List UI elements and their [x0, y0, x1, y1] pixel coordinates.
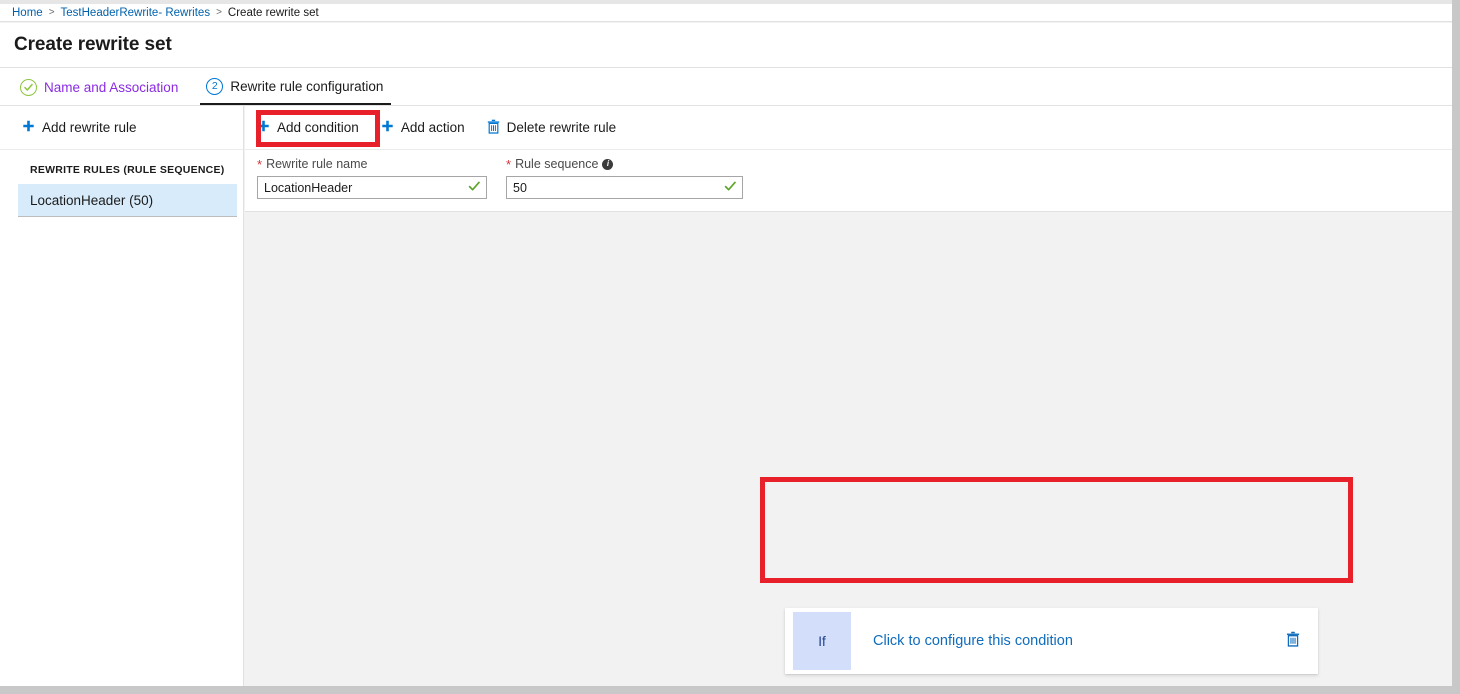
sidebar-item-label: LocationHeader (50)	[30, 193, 153, 208]
tab-rewrite-rule-configuration[interactable]: 2 Rewrite rule configuration	[200, 69, 391, 105]
breadcrumb-item-rewrites[interactable]: TestHeaderRewrite- Rewrites	[61, 7, 211, 19]
tab-label-rewrite-rule-configuration: Rewrite rule configuration	[230, 79, 383, 94]
add-rewrite-rule-label: Add rewrite rule	[42, 120, 137, 135]
wizard-step-tabs: Name and Association 2 Rewrite rule conf…	[0, 68, 1452, 106]
plus-icon	[257, 119, 270, 136]
add-condition-label: Add condition	[277, 120, 359, 135]
breadcrumb-item-home[interactable]: Home	[12, 7, 43, 19]
add-action-label: Add action	[401, 120, 465, 135]
add-action-button[interactable]: Add action	[381, 119, 465, 136]
rewrite-rule-name-label-text: Rewrite rule name	[266, 157, 367, 171]
delete-rewrite-rule-label: Delete rewrite rule	[507, 120, 617, 135]
required-indicator: *	[506, 158, 511, 171]
rewrite-rule-name-label: * Rewrite rule name	[257, 156, 487, 172]
rule-toolbar: Add condition Add action Delete rew	[245, 106, 1452, 150]
rule-sequence-label: * Rule sequence i	[506, 156, 743, 172]
breadcrumb-item-current: Create rewrite set	[228, 7, 319, 19]
rule-sequence-input[interactable]	[506, 176, 743, 199]
trash-icon	[487, 119, 500, 137]
rules-sidebar: Add rewrite rule REWRITE RULES (RULE SEQ…	[0, 106, 244, 686]
required-indicator: *	[257, 158, 262, 171]
check-icon	[20, 79, 37, 96]
sidebar-toolbar: Add rewrite rule	[0, 106, 243, 150]
rewrite-rule-name-input-wrap	[257, 176, 487, 199]
rule-editor-panel: Add condition Add action Delete rew	[245, 106, 1452, 686]
rule-sequence-label-text: Rule sequence	[515, 157, 598, 171]
azure-portal-blade: Home > TestHeaderRewrite- Rewrites > Cre…	[0, 0, 1460, 694]
tab-label-name-and-association: Name and Association	[44, 80, 178, 95]
info-icon[interactable]: i	[602, 159, 613, 170]
step-number-badge: 2	[206, 78, 223, 95]
sidebar-list-header: REWRITE RULES (RULE SEQUENCE)	[0, 150, 243, 184]
tab-name-and-association[interactable]: Name and Association	[20, 69, 188, 105]
delete-rewrite-rule-button[interactable]: Delete rewrite rule	[487, 119, 617, 137]
rule-sequence-input-wrap	[506, 176, 743, 199]
breadcrumb: Home > TestHeaderRewrite- Rewrites > Cre…	[0, 4, 1452, 22]
breadcrumb-separator: >	[49, 7, 55, 18]
rule-canvas: If Click to configure this condition The…	[245, 212, 1452, 685]
plus-icon	[22, 119, 35, 136]
breadcrumb-separator: >	[216, 7, 222, 18]
sidebar-item-locationheader[interactable]: LocationHeader (50)	[18, 184, 237, 217]
rule-form: * Rewrite rule name * Rule sequence	[245, 150, 1452, 212]
add-rewrite-rule-button[interactable]: Add rewrite rule	[22, 119, 137, 136]
condition-badge: If	[793, 612, 851, 670]
condition-card[interactable]: If Click to configure this condition	[785, 608, 1318, 674]
field-rewrite-rule-name: * Rewrite rule name	[257, 156, 487, 211]
blade-title-bar: Create rewrite set	[0, 23, 1452, 68]
plus-icon	[381, 119, 394, 136]
add-condition-button[interactable]: Add condition	[257, 119, 359, 136]
page-title: Create rewrite set	[14, 34, 172, 56]
field-rule-sequence: * Rule sequence i	[506, 156, 743, 211]
trash-icon[interactable]	[1286, 631, 1300, 652]
configure-condition-link[interactable]: Click to configure this condition	[873, 633, 1286, 649]
rewrite-rule-name-input[interactable]	[257, 176, 487, 199]
